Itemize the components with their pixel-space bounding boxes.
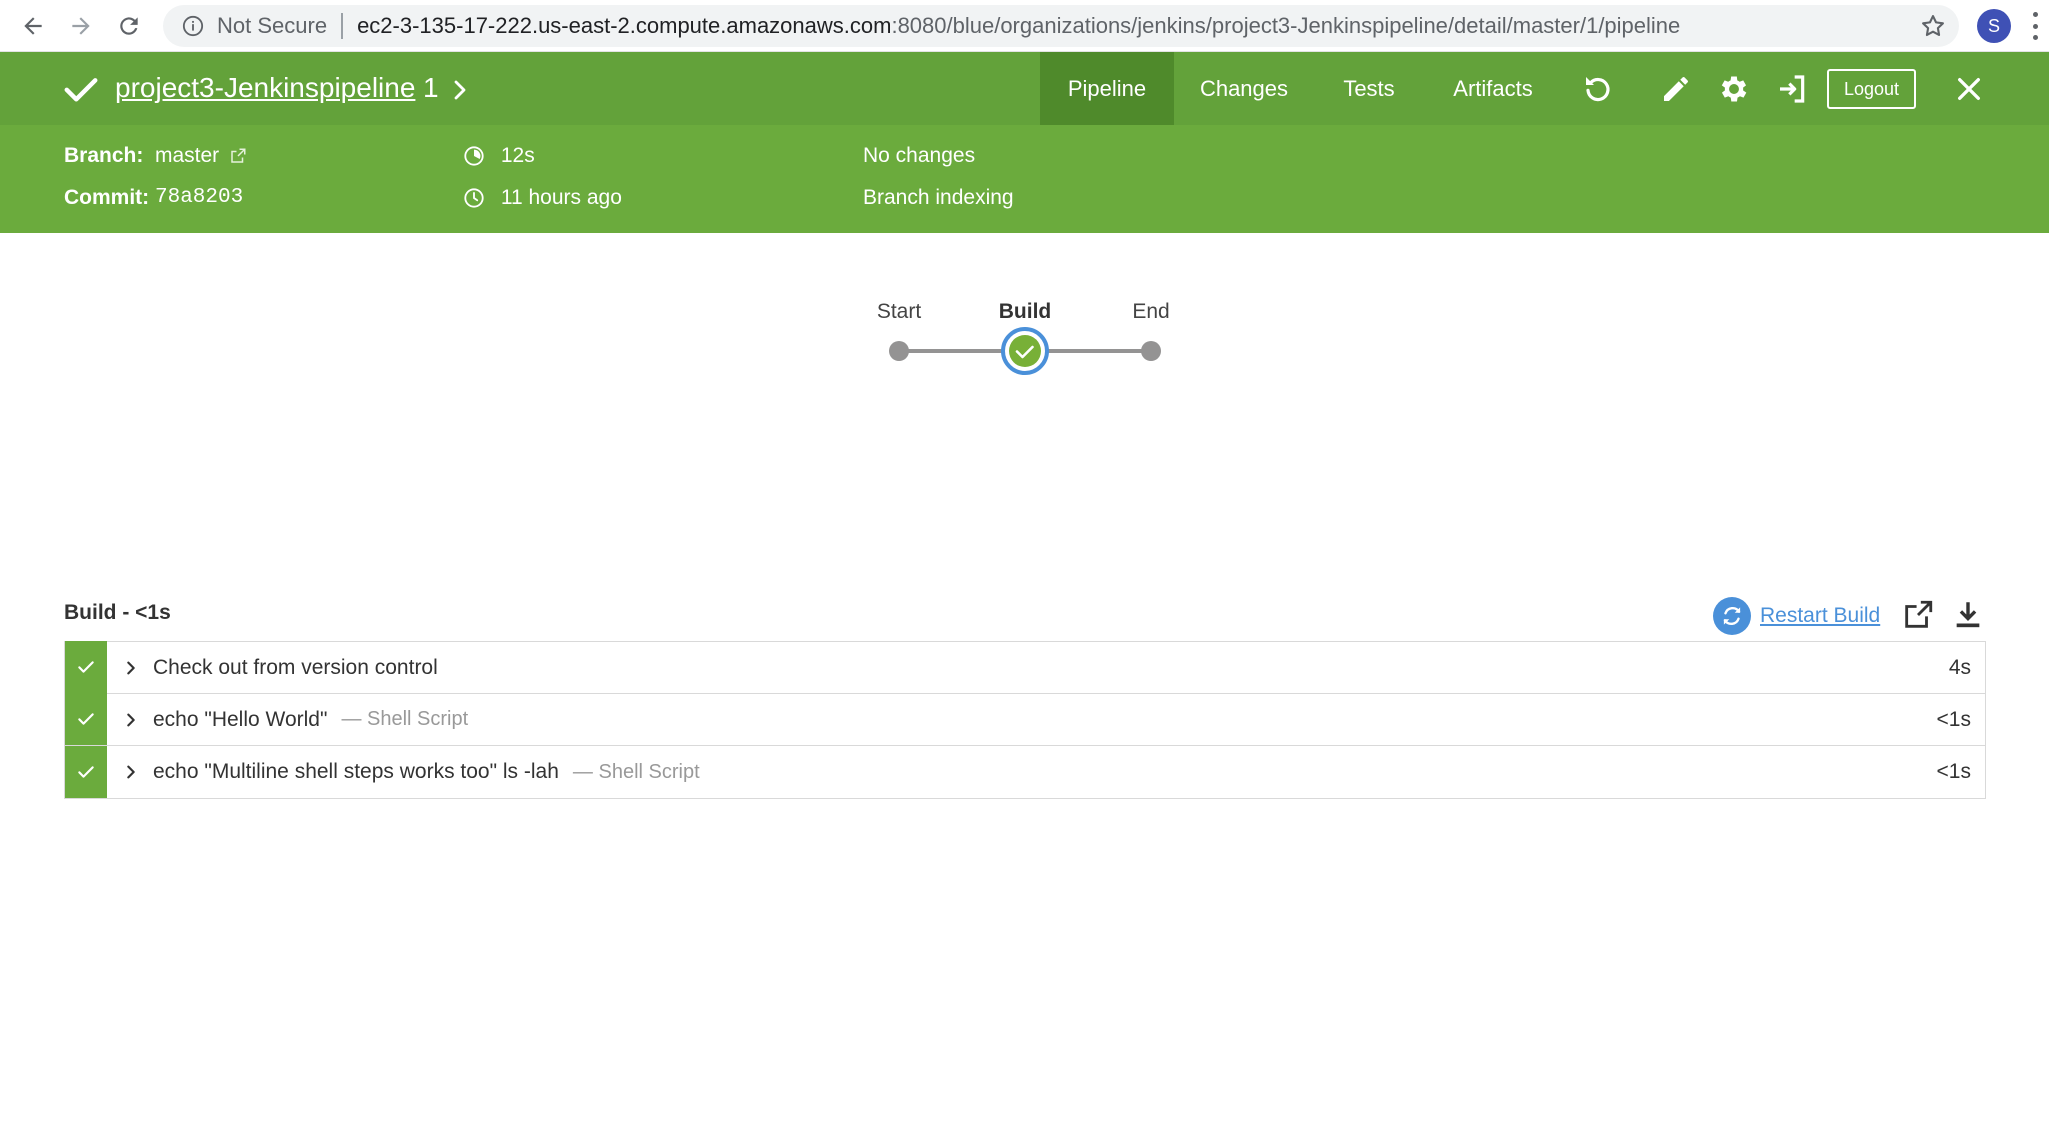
run-number: 1 bbox=[423, 72, 439, 103]
address-bar[interactable]: Not Secure ec2-3-135-17-222.us-east-2.co… bbox=[163, 5, 1959, 47]
bookmark-star-icon[interactable] bbox=[1919, 12, 1947, 40]
step-title: Check out from version control bbox=[153, 655, 438, 679]
start-node bbox=[889, 341, 909, 361]
time-ago-value: 11 hours ago bbox=[500, 186, 622, 209]
edit-button[interactable] bbox=[1657, 70, 1695, 108]
step-title: echo "Hello World" bbox=[153, 707, 328, 731]
rerun-icon bbox=[1586, 77, 1610, 102]
chevron-right-icon bbox=[454, 80, 466, 100]
clock-icon bbox=[464, 188, 484, 209]
expand-chevron-icon[interactable] bbox=[119, 656, 143, 680]
commit-value[interactable]: 78a8203 bbox=[155, 186, 243, 209]
duration-info: 12s bbox=[463, 144, 535, 168]
changes-text: No changes bbox=[863, 144, 976, 167]
step-result bbox=[65, 641, 107, 693]
stage-steps-title: Build - <1s bbox=[64, 601, 171, 624]
go-to-classic-icon bbox=[1780, 75, 1805, 103]
tab-pipeline[interactable]: Pipeline bbox=[1040, 52, 1174, 125]
cause-text: Branch indexing bbox=[863, 186, 1014, 209]
step-duration: 4s bbox=[1948, 655, 1971, 679]
url-path: :8080/blue/organizations/jenkins/project… bbox=[891, 13, 1681, 38]
open-log-icon[interactable] bbox=[1901, 598, 1935, 632]
reload-button[interactable] bbox=[111, 8, 147, 44]
pipeline-name-link[interactable]: project3-Jenkinspipeline bbox=[115, 72, 415, 104]
commit-label: Commit: bbox=[64, 186, 150, 209]
end-node bbox=[1141, 341, 1161, 361]
step-type: — Shell Script bbox=[572, 760, 700, 783]
pipeline-graph-canvas bbox=[889, 327, 1161, 375]
rerun-button[interactable] bbox=[1579, 70, 1617, 108]
external-link-icon bbox=[231, 148, 246, 164]
restart-icon bbox=[1713, 597, 1751, 635]
time-info: 11 hours ago bbox=[463, 186, 622, 210]
step-duration: <1s bbox=[1936, 760, 1971, 783]
branch-link[interactable]: master bbox=[155, 144, 247, 168]
build-stage-node[interactable] bbox=[1001, 327, 1049, 375]
close-icon bbox=[1958, 78, 1980, 100]
step-result bbox=[65, 693, 107, 745]
url-host: ec2-3-135-17-222.us-east-2.compute.amazo… bbox=[357, 13, 892, 38]
step-result bbox=[65, 745, 107, 798]
reload-icon bbox=[120, 17, 138, 35]
forward-button[interactable] bbox=[63, 8, 99, 44]
tab-changes[interactable]: Changes bbox=[1174, 52, 1314, 125]
success-check-icon bbox=[78, 765, 94, 778]
step-row[interactable]: echo "Multiline shell steps works too" l… bbox=[65, 745, 1985, 798]
settings-icon bbox=[1721, 76, 1747, 102]
logout-button[interactable]: Logout bbox=[1827, 69, 1916, 109]
info-icon[interactable] bbox=[181, 14, 205, 38]
step-row[interactable]: echo "Hello World" — Shell Script <1s bbox=[65, 693, 1985, 746]
branch-label: Branch: bbox=[64, 144, 144, 167]
pipeline-graph: Start Build End bbox=[850, 290, 1190, 390]
url-text[interactable]: ec2-3-135-17-222.us-east-2.compute.amazo… bbox=[357, 13, 1680, 39]
run-tabs: Pipeline Changes Tests Artifacts bbox=[1040, 52, 1562, 125]
restart-build-label: Restart Build bbox=[1760, 604, 1881, 627]
go-to-classic-button[interactable] bbox=[1773, 70, 1811, 108]
expand-chevron-icon[interactable] bbox=[119, 708, 143, 732]
success-check-icon bbox=[78, 661, 94, 673]
omnibox-divider bbox=[341, 13, 344, 39]
edit-icon bbox=[1664, 77, 1688, 101]
step-type: — Shell Script bbox=[341, 708, 469, 730]
branch-value: master bbox=[155, 144, 220, 167]
step-list: Check out from version control 4s echo "… bbox=[64, 641, 1986, 799]
arrow-left-icon bbox=[24, 17, 42, 35]
back-button[interactable] bbox=[15, 8, 51, 44]
download-log-icon[interactable] bbox=[1951, 598, 1985, 632]
arrow-right-icon bbox=[72, 17, 90, 35]
settings-button[interactable] bbox=[1715, 70, 1753, 108]
tab-tests[interactable]: Tests bbox=[1314, 52, 1424, 125]
expand-chevron-icon[interactable] bbox=[119, 760, 143, 784]
browser-menu-icon[interactable] bbox=[2030, 12, 2040, 40]
step-row[interactable]: Check out from version control 4s bbox=[65, 641, 1985, 694]
restart-build-button[interactable]: Restart Build bbox=[1713, 597, 1880, 635]
step-duration: <1s bbox=[1936, 707, 1971, 731]
tab-artifacts[interactable]: Artifacts bbox=[1424, 52, 1562, 125]
browser-toolbar: Not Secure ec2-3-135-17-222.us-east-2.co… bbox=[0, 0, 2049, 52]
security-label: Not Secure bbox=[217, 13, 328, 38]
profile-avatar[interactable]: S bbox=[1977, 9, 2011, 43]
close-button[interactable] bbox=[1950, 70, 1988, 108]
success-check-icon bbox=[78, 713, 94, 725]
step-title: echo "Multiline shell steps works too" l… bbox=[153, 760, 559, 783]
run-details: Branch: master Commit: 78a8203 12s 11 ho… bbox=[0, 125, 2049, 233]
success-check-icon bbox=[64, 78, 98, 102]
duration-value: 12s bbox=[500, 144, 535, 167]
run-header: project3-Jenkinspipeline 1 Pipeline Chan… bbox=[0, 52, 2049, 125]
duration-icon bbox=[464, 146, 484, 167]
